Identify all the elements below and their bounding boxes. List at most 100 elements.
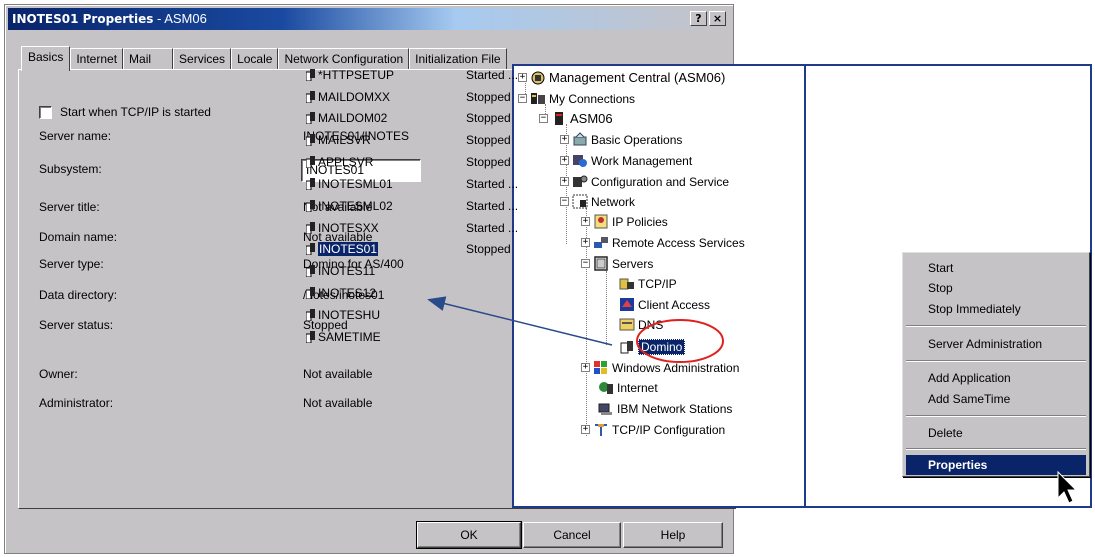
- dialog-titlebar[interactable]: INOTES01 Properties - ASM06 ? ×: [8, 8, 730, 30]
- context-menu: Start Stop Stop Immediately Server Admin…: [902, 252, 1090, 477]
- domino-server-icon: [305, 91, 316, 104]
- tab-mail[interactable]: Mail: [123, 48, 174, 70]
- basic-operations-icon: [572, 132, 588, 147]
- tree-label: Configuration and Service: [591, 174, 730, 189]
- tab-locale[interactable]: Locale: [231, 48, 279, 70]
- server-name: SAMETIME: [318, 330, 381, 344]
- menu-item-stop-immediately[interactable]: Stop Immediately: [906, 299, 1086, 319]
- tree-item-ip-policies[interactable]: + IP Policies: [581, 214, 668, 229]
- server-name: *HTTPSETUP: [318, 68, 395, 82]
- server-name: INOTESHU: [318, 308, 381, 322]
- domino-server-icon: [305, 134, 316, 147]
- server-row[interactable]: INOTES12: [305, 286, 566, 300]
- tab-basics[interactable]: Basics: [21, 46, 71, 71]
- tab-network-configuration[interactable]: Network Configuration: [278, 48, 410, 70]
- cancel-button[interactable]: Cancel: [523, 522, 621, 548]
- tree-item-basic-operations[interactable]: + Basic Operations: [560, 132, 682, 147]
- menu-item-server-administration[interactable]: Server Administration: [906, 334, 1086, 354]
- tree-item-tcpip-configuration[interactable]: + TCP/IP Configuration: [581, 422, 725, 437]
- menu-item-add-sametime[interactable]: Add SameTime: [906, 389, 1086, 409]
- tree-item-dns[interactable]: DNS: [619, 317, 663, 332]
- dialog-title-system: - ASM06: [153, 11, 207, 26]
- server-row[interactable]: INOTESHU: [305, 308, 566, 322]
- tree-item-windows-administration[interactable]: + Windows Administration: [581, 360, 739, 375]
- tab-internet[interactable]: Internet: [70, 48, 124, 70]
- internet-icon: [598, 380, 614, 395]
- server-name: MAILDOM02: [318, 111, 388, 125]
- server-status: Started ...: [466, 177, 519, 191]
- data-directory-label: Data directory:: [39, 288, 118, 302]
- domino-server-icon: [305, 222, 316, 235]
- subsystem-label: Subsystem:: [39, 162, 102, 176]
- owner-value: Not available: [303, 367, 373, 381]
- close-icon[interactable]: ×: [709, 11, 726, 26]
- menu-item-properties[interactable]: Properties: [906, 455, 1086, 475]
- tree-label: Work Management: [591, 153, 693, 168]
- start-with-tcpip-checkbox[interactable]: [39, 105, 52, 119]
- tree-item-servers[interactable]: − Servers: [581, 256, 653, 271]
- client-access-icon: [619, 297, 635, 312]
- domino-server-icon: [305, 243, 316, 256]
- menu-separator: [906, 325, 1086, 327]
- tree-item-ibm-network-stations[interactable]: IBM Network Stations: [598, 401, 732, 416]
- server-status: Stopped: [466, 90, 511, 104]
- expand-icon[interactable]: +: [581, 425, 590, 434]
- servers-icon: [593, 256, 609, 271]
- help-icon[interactable]: ?: [690, 11, 707, 26]
- menu-separator: [906, 360, 1086, 362]
- server-row[interactable]: INOTESXX Started ...: [305, 221, 566, 235]
- help-button[interactable]: Help: [623, 522, 723, 548]
- start-with-tcpip-label: Start when TCP/IP is started: [60, 105, 211, 119]
- tree-item-network[interactable]: − Network: [560, 194, 635, 209]
- start-with-tcpip-option[interactable]: Start when TCP/IP is started: [39, 105, 211, 119]
- tree-item-domino[interactable]: Domino: [619, 339, 686, 355]
- tree-item-work-management[interactable]: + Work Management: [560, 153, 692, 168]
- server-row[interactable]: INOTES11: [305, 264, 566, 278]
- expand-icon[interactable]: +: [581, 238, 590, 247]
- collapse-icon[interactable]: −: [581, 259, 590, 268]
- server-name: MAILSVR: [318, 133, 371, 147]
- dns-icon: [619, 317, 635, 332]
- tree-label: TCP/IP Configuration: [612, 422, 726, 437]
- windows-admin-icon: [593, 360, 609, 375]
- server-row[interactable]: MAILDOMXX Stopped: [305, 90, 566, 104]
- tree-item-configuration-service[interactable]: + Configuration and Service: [560, 174, 729, 189]
- server-row[interactable]: INOTESML01 Started ...: [305, 177, 566, 191]
- tab-initialization-file[interactable]: Initialization File: [409, 48, 507, 70]
- expand-icon[interactable]: +: [581, 363, 590, 372]
- expand-icon[interactable]: +: [581, 217, 590, 226]
- server-name-cell: INOTES01: [305, 242, 466, 256]
- menu-item-add-application[interactable]: Add Application: [906, 368, 1086, 388]
- tree-item-remote-access[interactable]: + Remote Access Services: [581, 235, 745, 250]
- server-row[interactable]: MAILDOM02 Stopped: [305, 111, 566, 125]
- server-row[interactable]: APPLSVR Stopped: [305, 155, 566, 169]
- server-name-cell: MAILDOM02: [305, 111, 466, 125]
- ok-button[interactable]: OK: [416, 521, 522, 549]
- menu-item-delete[interactable]: Delete: [906, 423, 1086, 443]
- server-row[interactable]: SAMETIME: [305, 330, 566, 344]
- menu-item-stop[interactable]: Stop: [906, 278, 1086, 298]
- domino-server-icon: [305, 112, 316, 125]
- tab-services[interactable]: Services: [173, 48, 232, 70]
- tree-label: IBM Network Stations: [617, 401, 733, 416]
- tcpip-icon: [619, 276, 635, 291]
- server-name: INOTESML02: [318, 199, 393, 213]
- administrator-value: Not available: [303, 396, 373, 410]
- menu-item-start[interactable]: Start: [906, 258, 1086, 278]
- domino-server-icon: [305, 309, 316, 322]
- tree-label: DNS: [638, 317, 664, 332]
- tree-label: Client Access: [638, 297, 711, 312]
- tree-item-internet[interactable]: Internet: [598, 380, 658, 395]
- server-name-cell: *HTTPSETUP: [305, 68, 466, 82]
- tree-item-tcpip[interactable]: TCP/IP: [619, 276, 677, 291]
- owner-label: Owner:: [39, 367, 78, 381]
- tree-label: Basic Operations: [591, 132, 683, 147]
- server-status-label: Server status:: [39, 318, 114, 332]
- menu-separator: [906, 415, 1086, 417]
- server-row[interactable]: INOTES01 Stopped: [305, 242, 566, 256]
- server-row[interactable]: INOTESML02 Started ...: [305, 199, 566, 213]
- tree-item-client-access[interactable]: Client Access: [619, 297, 710, 312]
- pane-divider[interactable]: [804, 66, 806, 506]
- server-row[interactable]: MAILSVR Stopped: [305, 133, 566, 147]
- server-row[interactable]: *HTTPSETUP Started ...: [305, 68, 566, 82]
